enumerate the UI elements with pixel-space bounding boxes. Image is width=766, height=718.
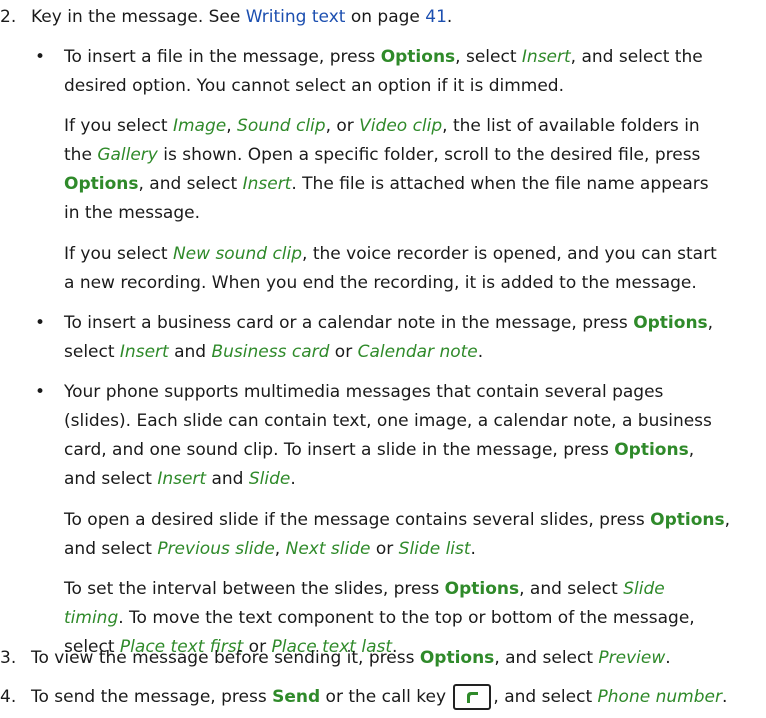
text-line: To open a desired slide if the message c… <box>64 510 731 530</box>
slide-list-term: Slide list <box>398 539 471 559</box>
text-run: Key in the message. See <box>31 7 246 27</box>
text-line: select Insert and Business card or Calen… <box>64 342 484 362</box>
para-gallery: If you select Image, Sound clip, or Vide… <box>64 112 766 228</box>
new-sound-clip-term: New sound clip <box>172 244 303 264</box>
step-text: To send the message, press Send or the c… <box>31 683 766 712</box>
send-term: Send <box>272 687 321 707</box>
text-run: on page <box>345 7 426 27</box>
options-term: Options <box>444 579 520 599</box>
text-line: and select Insert and Slide. <box>64 469 296 489</box>
bullet-text: To insert a business card or a calendar … <box>64 309 766 367</box>
bullet-text: Your phone supports multimedia messages … <box>64 378 766 494</box>
page-41-link[interactable]: 41 <box>425 7 447 27</box>
manual-page: 2. Key in the message. See Writing text … <box>0 0 766 718</box>
options-term: Options <box>614 440 689 460</box>
options-term: Options <box>419 648 495 668</box>
step-text: To view the message before sending it, p… <box>31 648 671 668</box>
text-line: If you select Image, Sound clip, or Vide… <box>64 116 700 136</box>
text-line: To insert a business card or a calendar … <box>64 313 714 333</box>
sound-clip-term: Sound clip <box>237 116 326 136</box>
text-line: a new recording. When you end the record… <box>64 273 697 293</box>
insert-term: Insert <box>521 47 571 67</box>
text-line: the Gallery is shown. Open a specific fo… <box>64 145 701 165</box>
bullet-dot: • <box>35 313 46 333</box>
step-text: Key in the message. See Writing text on … <box>31 3 766 32</box>
bullet-dot: • <box>35 47 46 67</box>
text-line: (slides). Each slide can contain text, o… <box>64 411 712 431</box>
step-number: 3. <box>0 648 17 668</box>
preview-term: Preview <box>598 648 666 668</box>
previous-slide-term: Previous slide <box>157 539 275 559</box>
next-slide-term: Next slide <box>285 539 371 559</box>
text-line: timing. To move the text component to th… <box>64 608 695 628</box>
slide-timing-term-start: Slide <box>623 579 665 599</box>
text-line: and select Previous slide, Next slide or… <box>64 539 476 559</box>
step-number: 4. <box>0 687 17 707</box>
para-open-slide: To open a desired slide if the message c… <box>64 506 766 564</box>
phone-number-term: Phone number <box>597 687 722 707</box>
text-run: . <box>446 7 453 27</box>
options-term: Options <box>64 174 139 194</box>
video-clip-term: Video clip <box>359 116 443 136</box>
bullet-text: To insert a file in the message, press O… <box>64 43 766 101</box>
text-line: desired option. You cannot select an opt… <box>64 76 564 96</box>
para-new-sound-clip: If you select New sound clip, the voice … <box>64 240 766 298</box>
text-line: To insert a file in the message, press O… <box>64 47 703 67</box>
writing-text-link[interactable]: Writing text <box>246 7 346 27</box>
insert-term: Insert <box>242 174 292 194</box>
slide-term: Slide <box>248 469 291 489</box>
image-term: Image <box>172 116 227 136</box>
bullet-dot: • <box>35 382 46 402</box>
insert-term: Insert <box>157 469 207 489</box>
gallery-term: Gallery <box>97 145 158 165</box>
text-line: To set the interval between the slides, … <box>64 579 665 599</box>
options-term: Options <box>650 510 725 530</box>
text-line: Options, and select Insert. The file is … <box>64 174 709 194</box>
text-line: in the message. <box>64 203 201 223</box>
step-number: 2. <box>0 7 17 27</box>
text-line: Your phone supports multimedia messages … <box>64 382 664 402</box>
text-line: card, and one sound clip. To insert a sl… <box>64 440 695 460</box>
insert-term: Insert <box>119 342 169 362</box>
business-card-term: Business card <box>211 342 330 362</box>
call-key-icon <box>453 684 492 710</box>
options-term: Options <box>380 47 456 67</box>
slide-timing-term-end: timing <box>64 608 119 628</box>
calendar-note-term: Calendar note <box>357 342 478 362</box>
text-line: If you select New sound clip, the voice … <box>64 244 717 264</box>
options-term: Options <box>633 313 708 333</box>
